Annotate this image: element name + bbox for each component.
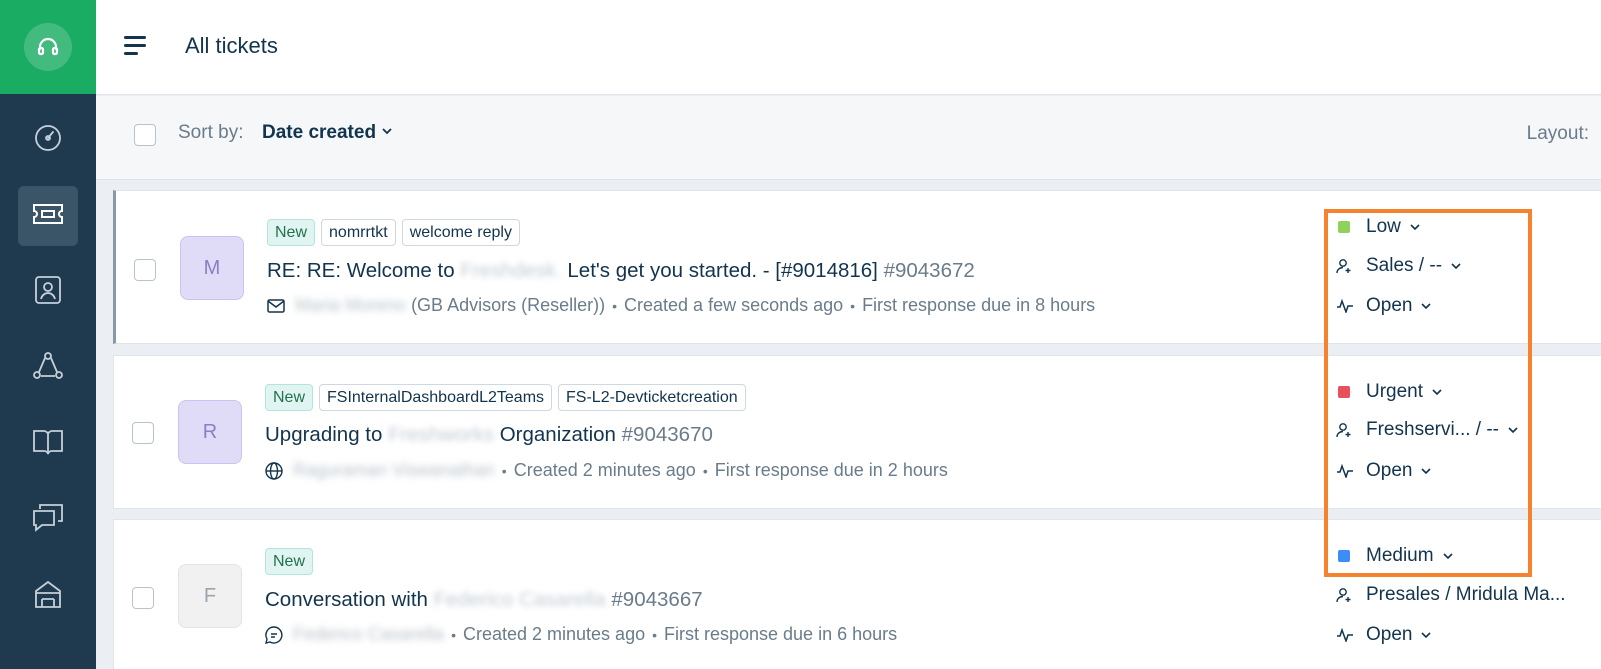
- priority-dropdown[interactable]: Urgent: [1336, 381, 1443, 403]
- chevron-down-icon: [1420, 300, 1432, 312]
- requester-name[interactable]: Raguraman Viswanathan: [293, 460, 495, 481]
- requester-name[interactable]: Maria Moreno: [295, 295, 406, 316]
- sort-label: Sort by:: [178, 122, 244, 143]
- tag-list: New FSInternalDashboardL2Teams FS-L2-Dev…: [265, 384, 746, 411]
- status-dropdown[interactable]: Open: [1336, 624, 1432, 646]
- chevron-down-icon: [1450, 260, 1462, 272]
- groups-icon: [32, 351, 64, 386]
- avatar: F: [178, 564, 242, 628]
- avatar: M: [180, 236, 244, 300]
- ticket-meta: Raguraman Viswanathan • Created 2 minutes…: [265, 460, 948, 481]
- ticket-checkbox[interactable]: [134, 259, 156, 281]
- ticket-id: #9043672: [883, 259, 975, 282]
- chevron-down-icon: [1420, 629, 1432, 641]
- due-time: First response due in 8 hours: [862, 295, 1096, 315]
- admin-icon: [32, 579, 64, 614]
- tag-list: New: [265, 548, 314, 575]
- chevron-down-icon: [1507, 424, 1519, 436]
- sort-bar: Sort by: Date created Layout:: [96, 96, 1601, 180]
- menu-toggle-icon[interactable]: [124, 36, 146, 58]
- layout-label: Layout:: [1526, 123, 1589, 144]
- ticket-subject[interactable]: Upgrading to Freshworks Organization #90…: [265, 423, 713, 447]
- logo[interactable]: [0, 0, 96, 94]
- assignee-dropdown[interactable]: Sales / --: [1336, 255, 1462, 277]
- tag: FSInternalDashboardL2Teams: [319, 384, 553, 411]
- status-badge: New: [267, 219, 316, 246]
- tag: welcome reply: [401, 219, 520, 246]
- email-icon: [267, 298, 285, 313]
- discussions-icon: [32, 503, 64, 538]
- created-time: Created 2 minutes ago: [513, 460, 696, 480]
- assignee-dropdown[interactable]: Presales / Mridula Ma...: [1336, 584, 1566, 606]
- sidebar-item-admin[interactable]: [18, 566, 78, 626]
- dashboard-icon: [33, 123, 63, 158]
- due-time: First response due in 2 hours: [714, 460, 948, 480]
- status-badge: New: [265, 548, 314, 575]
- status-dropdown[interactable]: Open: [1336, 460, 1432, 482]
- sidebar-item-discussions[interactable]: [18, 490, 78, 550]
- headset-icon: [24, 23, 72, 71]
- user-icon: [1336, 258, 1354, 274]
- chat-icon: [265, 625, 283, 644]
- ticket-id: #9043667: [611, 588, 703, 611]
- sidebar-item-dashboard[interactable]: [18, 110, 78, 170]
- company-name: (GB Advisors (Reseller)): [411, 295, 606, 315]
- avatar: R: [178, 400, 242, 464]
- sidebar-item-groups[interactable]: [18, 338, 78, 398]
- tag: FS-L2-Devticketcreation: [558, 384, 746, 411]
- activity-icon: [1336, 464, 1354, 478]
- ticket-checkbox[interactable]: [132, 587, 154, 609]
- user-icon: [1336, 587, 1354, 603]
- user-icon: [1336, 422, 1354, 438]
- requester-name[interactable]: Federico Casarella: [293, 624, 444, 645]
- priority-indicator: [1338, 386, 1350, 398]
- assignee-dropdown[interactable]: Freshservi... / --: [1336, 419, 1519, 441]
- ticket-subject[interactable]: RE: RE: Welcome to Freshdesk. Let's get …: [267, 259, 975, 283]
- chevron-down-icon: [1409, 221, 1421, 233]
- chevron-down-icon: [1420, 465, 1432, 477]
- activity-icon: [1336, 299, 1354, 313]
- contacts-icon: [34, 275, 62, 310]
- chevron-down-icon[interactable]: [381, 124, 393, 142]
- ticket-subject[interactable]: Conversation with Federico Casarella #90…: [265, 588, 703, 612]
- ticket-checkbox[interactable]: [132, 422, 154, 444]
- tag: nomrrtkt: [321, 219, 396, 246]
- priority-indicator: [1338, 550, 1350, 562]
- priority-dropdown[interactable]: Low: [1336, 216, 1421, 238]
- chevron-down-icon: [1442, 550, 1454, 562]
- activity-icon: [1336, 628, 1354, 642]
- sidebar-item-knowledge-base[interactable]: [18, 414, 78, 474]
- sort-dropdown[interactable]: Date created: [262, 122, 376, 144]
- created-time: Created 2 minutes ago: [462, 624, 646, 644]
- created-time: Created a few seconds ago: [624, 295, 844, 315]
- ticket-meta: Federico Casarella • Created 2 minutes ag…: [265, 624, 897, 645]
- status-dropdown[interactable]: Open: [1336, 295, 1432, 317]
- select-all-checkbox[interactable]: [134, 124, 156, 146]
- top-header: All tickets: [96, 0, 1601, 95]
- sidebar: [0, 0, 96, 669]
- chevron-down-icon: [1431, 386, 1443, 398]
- priority-indicator: [1338, 221, 1350, 233]
- status-badge: New: [265, 384, 314, 411]
- priority-dropdown[interactable]: Medium: [1336, 545, 1454, 567]
- page-title: All tickets: [185, 33, 278, 58]
- knowledge-base-icon: [32, 428, 64, 461]
- ticket-meta: Maria Moreno (GB Advisors (Reseller)) • C…: [267, 295, 1095, 316]
- sidebar-item-tickets[interactable]: [18, 186, 78, 246]
- sidebar-item-contacts[interactable]: [18, 262, 78, 322]
- globe-icon: [265, 461, 283, 480]
- tag-list: New nomrrtkt welcome reply: [267, 219, 520, 246]
- due-time: First response due in 6 hours: [664, 624, 898, 644]
- tickets-icon: [32, 203, 64, 230]
- ticket-id: #9043670: [621, 423, 713, 446]
